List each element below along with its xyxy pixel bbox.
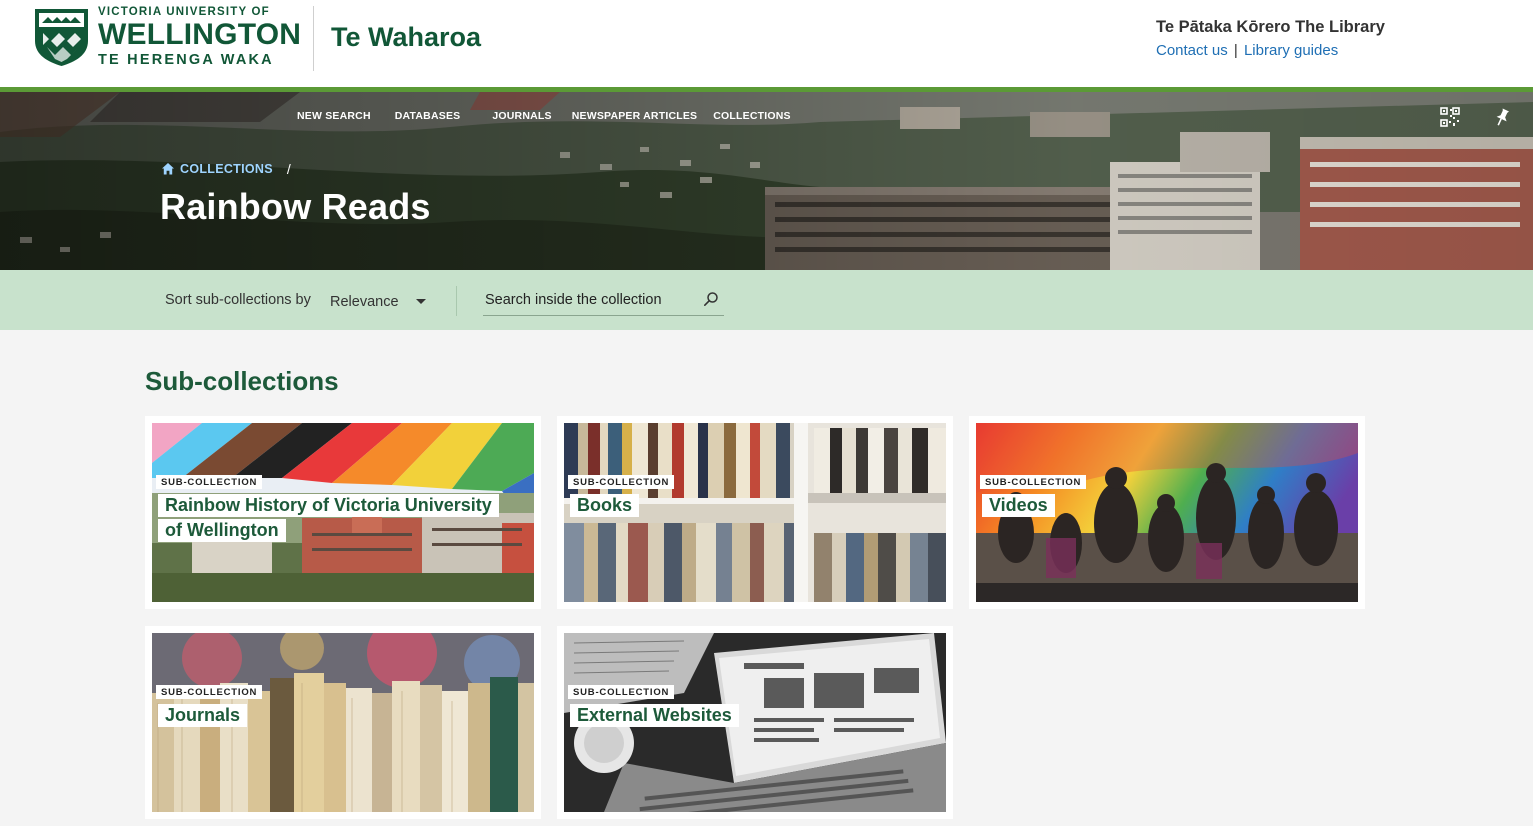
breadcrumb-separator: / (286, 161, 292, 177)
library-guides-link[interactable]: Library guides (1244, 42, 1338, 59)
crest-icon (35, 9, 88, 66)
site-header: VICTORIA UNIVERSITY OF WELLINGTON TE HER… (0, 0, 1533, 87)
card-title-text: Books (570, 494, 640, 517)
nav-journals[interactable]: JOURNALS (480, 106, 563, 126)
main-nav: NEW SEARCH DATABASES JOURNALS NEWSPAPER … (285, 106, 799, 126)
nav-databases[interactable]: DATABASES (383, 106, 481, 126)
card-title-text: Videos (982, 494, 1055, 517)
subcollection-card[interactable]: SUB-COLLECTION Videos (969, 416, 1365, 609)
home-icon[interactable] (161, 162, 175, 176)
card-title: Journals (158, 703, 508, 728)
nav-newspaper-articles[interactable]: NEWSPAPER ARTICLES (564, 106, 706, 126)
search-placeholder: Search inside the collection (485, 292, 662, 308)
university-name-top: VICTORIA UNIVERSITY OF (98, 5, 270, 18)
sort-dropdown[interactable]: Relevance (330, 292, 430, 312)
card-title-text: External Websites (570, 704, 739, 727)
subcollection-badge: SUB-COLLECTION (568, 475, 675, 489)
breadcrumb: COLLECTIONS / (161, 161, 291, 177)
qr-code-icon[interactable] (1439, 106, 1461, 128)
subcollection-card[interactable]: SUB-COLLECTION Rainbow History of Victor… (145, 416, 541, 609)
pin-icon[interactable] (1491, 106, 1513, 128)
sort-value: Relevance (330, 294, 399, 310)
contact-us-link[interactable]: Contact us (1156, 42, 1228, 59)
logo-divider (313, 6, 314, 71)
card-title: Videos (982, 493, 1332, 518)
nav-collections[interactable]: COLLECTIONS (705, 106, 798, 126)
link-separator: | (1233, 42, 1238, 59)
library-name: Te Pātaka Kōrero The Library (1156, 18, 1385, 36)
card-title: Rainbow History of Victoria University o… (158, 493, 508, 543)
card-title-text: Journals (158, 704, 248, 727)
university-name-main: WELLINGTON (98, 18, 302, 51)
nav-new-search[interactable]: NEW SEARCH (285, 106, 383, 126)
search-icon[interactable] (703, 291, 719, 307)
card-title-text: Rainbow History of Victoria University o… (158, 494, 499, 542)
collection-search-input[interactable]: Search inside the collection (483, 290, 724, 316)
library-links: Contact us | Library guides (1156, 42, 1338, 59)
sort-label: Sort sub-collections by (165, 292, 311, 308)
toolbar-divider (456, 286, 457, 316)
collection-toolbar: Sort sub-collections by Relevance Search… (0, 270, 1533, 330)
subcollection-card[interactable]: SUB-COLLECTION Books (557, 416, 953, 609)
section-title: Sub-collections (145, 366, 339, 396)
subcollection-badge: SUB-COLLECTION (156, 475, 263, 489)
page-title: Rainbow Reads (160, 186, 431, 227)
university-name-maori: TE HERENGA WAKA (98, 52, 274, 68)
subcollection-card[interactable]: SUB-COLLECTION External Websites (557, 626, 953, 819)
card-title: External Websites (570, 703, 920, 728)
subcollection-badge: SUB-COLLECTION (980, 475, 1087, 489)
university-logo[interactable]: VICTORIA UNIVERSITY OF WELLINGTON TE HER… (33, 6, 301, 68)
breadcrumb-collections-link[interactable]: COLLECTIONS (180, 162, 273, 176)
subcollection-badge: SUB-COLLECTION (156, 685, 263, 699)
card-title: Books (570, 493, 920, 518)
subcollection-card[interactable]: SUB-COLLECTION Journals (145, 626, 541, 819)
hero-banner: NEW SEARCH DATABASES JOURNALS NEWSPAPER … (0, 92, 1533, 270)
subcollection-badge: SUB-COLLECTION (568, 685, 675, 699)
caret-down-icon (416, 299, 426, 304)
app-title[interactable]: Te Waharoa (331, 22, 481, 53)
